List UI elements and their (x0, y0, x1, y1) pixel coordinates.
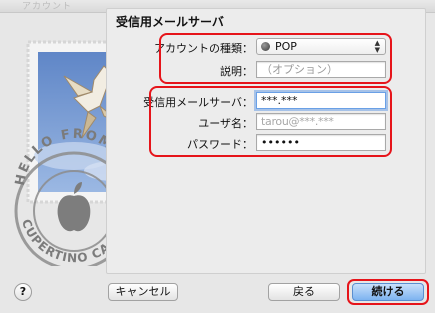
password-label: パスワード： (187, 138, 253, 151)
username-field[interactable]: tarou@***.*** (256, 113, 386, 130)
popup-arrows-icon: ▲ ▼ (374, 39, 380, 54)
account-type-popup[interactable]: POP ▲ ▼ (256, 38, 386, 55)
cancel-button[interactable]: キャンセル (108, 283, 178, 301)
account-type-label: アカウントの種類： (154, 42, 253, 55)
window-title-ghost: アカウント (22, 2, 73, 12)
continue-button[interactable]: 続ける (352, 283, 424, 301)
back-button[interactable]: 戻る (268, 283, 340, 301)
incoming-server-label: 受信用メールサーバ： (143, 96, 253, 109)
pane-title: 受信用メールサーバ (116, 15, 224, 29)
username-label: ユーザ名： (198, 117, 253, 130)
incoming-server-field[interactable]: ***.*** (256, 92, 386, 109)
description-label: 説明： (220, 65, 253, 78)
globe-icon (261, 42, 270, 51)
account-type-value: POP (275, 40, 297, 53)
description-field[interactable]: （オプション） (256, 61, 386, 78)
password-field[interactable]: •••••• (256, 134, 386, 151)
help-button[interactable]: ? (14, 283, 32, 301)
